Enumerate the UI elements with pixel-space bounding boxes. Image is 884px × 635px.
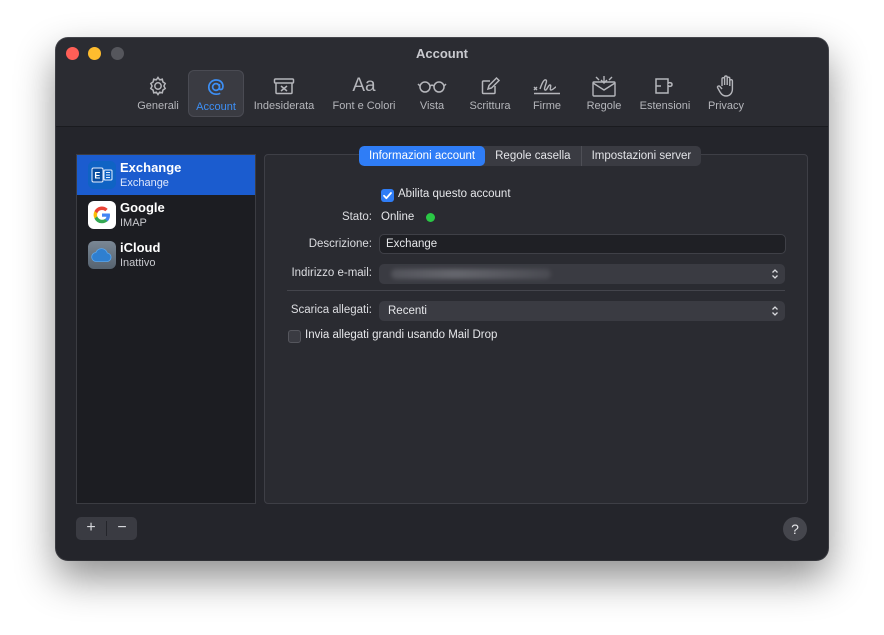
account-item-icloud[interactable]: iCloud Inattivo [77, 235, 255, 275]
redacted-email [391, 269, 551, 279]
glasses-icon [417, 73, 447, 99]
google-icon [88, 201, 116, 229]
enable-account-checkbox[interactable] [381, 189, 394, 202]
section-divider [287, 290, 785, 291]
toolbar-label: Account [196, 101, 236, 113]
toolbar-tab-scrittura[interactable]: Scrittura [464, 70, 516, 117]
account-tabs: Informazioni account Regole casella Impo… [359, 146, 702, 166]
online-status-dot [426, 213, 435, 222]
tab-informazioni-account[interactable]: Informazioni account [359, 146, 486, 166]
puzzle-icon [653, 73, 677, 99]
toolbar-label: Estensioni [639, 100, 691, 112]
email-label: Indirizzo e-mail: [291, 267, 372, 279]
toolbar-label: Privacy [707, 100, 745, 112]
account-type: IMAP [120, 217, 147, 229]
add-remove-control: + − [76, 517, 137, 540]
toolbar-tab-privacy[interactable]: Privacy [704, 70, 748, 117]
updown-chevron-icon [772, 306, 778, 316]
icloud-icon [88, 241, 116, 269]
mail-drop-label: Invia allegati grandi usando Mail Drop [305, 329, 498, 341]
account-name: Exchange [120, 160, 182, 175]
add-account-button[interactable]: + [76, 517, 106, 540]
toolbar-label: Firme [532, 100, 562, 112]
accounts-list: E Exchange Exchange Google IMAP iCloud I… [76, 154, 256, 504]
toolbar-label: Scrittura [469, 100, 511, 112]
status-value: Online [381, 211, 415, 223]
toolbar-tab-firme[interactable]: Firme [526, 70, 568, 117]
toolbar-label: Font e Colori [332, 100, 396, 112]
account-type: Exchange [120, 177, 169, 189]
download-attachments-label: Scarica allegati: [290, 304, 372, 316]
email-popup[interactable] [379, 264, 785, 284]
status-label: Stato: [341, 211, 372, 223]
gear-icon [147, 73, 169, 99]
account-item-google[interactable]: Google IMAP [77, 195, 255, 235]
signature-icon [532, 73, 562, 99]
window-title: Account [416, 46, 468, 61]
svg-text:E: E [94, 171, 100, 181]
account-item-exchange[interactable]: E Exchange Exchange [77, 155, 255, 195]
checkmark-icon [383, 192, 392, 200]
account-name: Google [120, 200, 165, 215]
toolbar-tab-indesiderata[interactable]: Indesiderata [249, 70, 319, 117]
at-sign-icon [205, 74, 227, 100]
tab-impostazioni-server[interactable]: Impostazioni server [582, 146, 702, 166]
toolbar-label: Indesiderata [253, 100, 315, 112]
toolbar-tab-account[interactable]: Account [188, 70, 244, 117]
rules-envelope-icon [591, 73, 617, 99]
remove-account-button[interactable]: − [107, 517, 137, 540]
account-name: iCloud [120, 240, 161, 255]
description-input[interactable]: Exchange [379, 234, 786, 254]
account-type: Inattivo [120, 257, 156, 269]
font-icon: Aa [352, 73, 375, 99]
mail-drop-checkbox[interactable] [288, 330, 301, 343]
help-button[interactable]: ? [783, 517, 807, 541]
hand-icon [715, 73, 737, 99]
updown-chevron-icon [772, 269, 778, 279]
description-label: Descrizione: [308, 238, 372, 250]
toolbar-label: Regole [586, 100, 622, 112]
exchange-icon: E [88, 161, 116, 189]
enable-account-label: Abilita questo account [398, 188, 511, 200]
toolbar-tab-font-e-colori[interactable]: Aa Font e Colori [328, 70, 400, 117]
title-bar: Account Generali Account Indesiderata Aa… [56, 38, 828, 127]
font-glyph: Aa [352, 75, 376, 96]
toolbar-tab-vista[interactable]: Vista [412, 70, 452, 117]
preferences-toolbar: Generali Account Indesiderata Aa Font e … [56, 70, 828, 118]
junk-tray-icon [272, 73, 296, 99]
toolbar-tab-regole[interactable]: Regole [582, 70, 626, 117]
toolbar-tab-generali[interactable]: Generali [134, 70, 182, 117]
preferences-window: Account Generali Account Indesiderata Aa… [56, 38, 828, 560]
download-attachments-popup[interactable]: Recenti [379, 301, 785, 321]
toolbar-label: Vista [419, 100, 445, 112]
toolbar-label: Generali [137, 100, 179, 112]
compose-icon [479, 73, 501, 99]
download-attachments-value: Recenti [388, 305, 427, 317]
tab-regole-casella[interactable]: Regole casella [485, 146, 582, 166]
toolbar-tab-estensioni[interactable]: Estensioni [636, 70, 694, 117]
